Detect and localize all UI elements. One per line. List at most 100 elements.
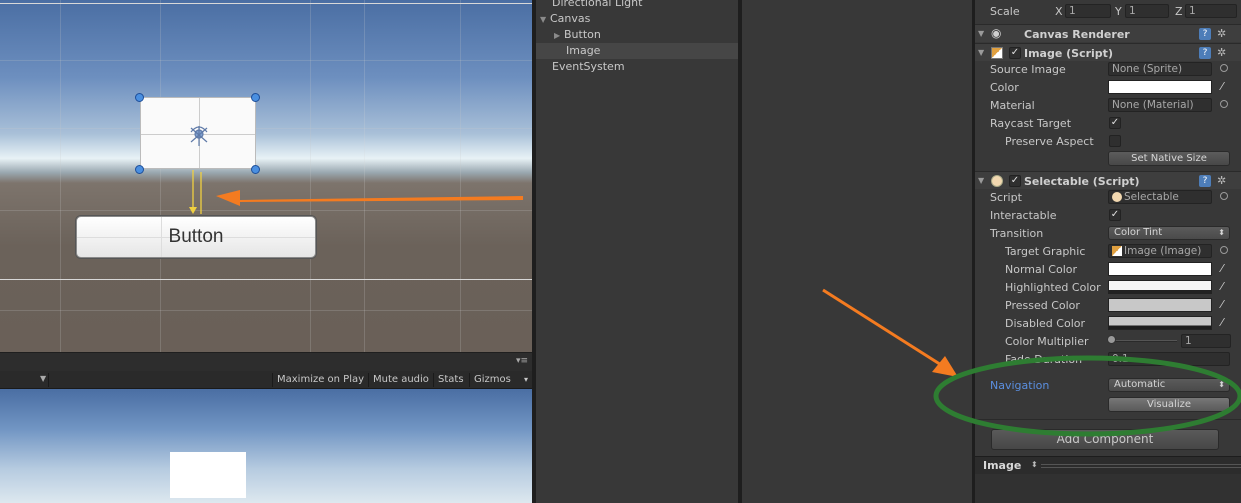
hierarchy-item-canvas[interactable]: ▼ Canvas xyxy=(540,11,590,27)
eyedropper-icon[interactable]: ⁄ xyxy=(1215,298,1229,312)
scale-x-field[interactable]: 1 xyxy=(1065,4,1111,18)
target-graphic-label: Target Graphic xyxy=(1005,245,1086,258)
updown-icon: ⬍ xyxy=(1218,380,1225,389)
fold-triangle-icon[interactable]: ▼ xyxy=(978,176,984,185)
pressed-color-label: Pressed Color xyxy=(1005,299,1080,312)
fade-duration-row: Fade Duration 0.1 xyxy=(975,350,1241,368)
navigation-value: Automatic xyxy=(1114,379,1166,390)
game-image-object xyxy=(170,452,246,498)
highlighted-color-swatch[interactable] xyxy=(1108,280,1212,294)
add-component-button[interactable]: Add Component xyxy=(991,429,1219,450)
color-multiplier-label: Color Multiplier xyxy=(1005,335,1089,348)
image-script-header[interactable]: ▼ ✓ Image (Script) ? ✲ xyxy=(975,43,1241,61)
chevron-down-icon[interactable]: ▼ xyxy=(40,374,46,383)
transition-value: Color Tint xyxy=(1114,227,1163,238)
stats-button[interactable]: Stats xyxy=(433,373,468,387)
fade-duration-field[interactable]: 0.1 xyxy=(1108,352,1230,366)
gear-icon[interactable]: ✲ xyxy=(1217,46,1226,59)
help-icon[interactable]: ? xyxy=(1199,175,1211,187)
hierarchy-item-label: Image xyxy=(566,44,601,57)
fold-triangle-icon[interactable]: ▼ xyxy=(978,29,984,38)
pressed-color-row: Pressed Color ⁄ xyxy=(975,296,1241,314)
scene-view[interactable]: Button xyxy=(0,0,532,352)
eyedropper-icon[interactable]: ⁄ xyxy=(1215,80,1229,94)
scale-z-field[interactable]: 1 xyxy=(1185,4,1237,18)
maximize-on-play-button[interactable]: Maximize on Play xyxy=(272,373,368,387)
normal-color-swatch[interactable] xyxy=(1108,262,1212,276)
transition-row: Transition Color Tint ⬍ xyxy=(975,224,1241,242)
expand-triangle-icon[interactable]: ▼ xyxy=(540,12,550,28)
normal-color-label: Normal Color xyxy=(1005,263,1078,276)
preview-header[interactable]: Image ⬍ xyxy=(975,456,1241,474)
updown-icon[interactable]: ⬍ xyxy=(1031,460,1038,469)
gear-icon[interactable]: ✲ xyxy=(1217,174,1226,187)
canvas-renderer-header[interactable]: ▼ ◉ Canvas Renderer ? ✲ xyxy=(975,24,1241,42)
gear-icon[interactable]: ✲ xyxy=(1217,27,1226,40)
disabled-color-label: Disabled Color xyxy=(1005,317,1086,330)
raycast-checkbox[interactable]: ✓ xyxy=(1109,117,1121,129)
preserve-aspect-checkbox xyxy=(1109,135,1121,147)
object-picker-icon[interactable] xyxy=(1220,246,1228,254)
gizmos-dropdown[interactable]: Gizmos ▾ xyxy=(469,373,531,387)
mute-audio-button[interactable]: Mute audio xyxy=(368,373,433,387)
color-multiplier-slider-thumb[interactable] xyxy=(1107,335,1116,344)
preview-drag-handle[interactable] xyxy=(1041,464,1241,468)
raycast-label: Raycast Target xyxy=(990,117,1072,130)
highlighted-color-label: Highlighted Color xyxy=(1005,281,1101,294)
scale-label: Scale xyxy=(990,5,1020,18)
hierarchy-panel: Directional Light ▼ Canvas ▶ Button Image … xyxy=(536,0,738,503)
fold-triangle-icon[interactable]: ▼ xyxy=(978,48,984,57)
help-icon[interactable]: ? xyxy=(1199,47,1211,59)
image-script-title: Image (Script) xyxy=(1024,47,1113,60)
eyedropper-icon[interactable]: ⁄ xyxy=(1215,316,1229,330)
script-field: Selectable xyxy=(1108,190,1212,204)
hierarchy-item-eventsystem[interactable]: EventSystem xyxy=(552,59,625,75)
script-value: Selectable xyxy=(1124,191,1179,203)
color-label: Color xyxy=(990,81,1019,94)
scale-row: Scale X 1 Y 1 Z 1 xyxy=(975,2,1241,20)
collapse-triangle-icon[interactable]: ▶ xyxy=(554,28,564,44)
color-swatch[interactable] xyxy=(1108,80,1212,94)
target-graphic-field[interactable]: Image (Image) xyxy=(1108,244,1212,258)
source-image-field[interactable]: None (Sprite) xyxy=(1108,62,1212,76)
scale-y-label: Y xyxy=(1115,5,1122,18)
navigation-row: Navigation Automatic ⬍ xyxy=(975,376,1241,394)
pressed-color-swatch[interactable] xyxy=(1108,298,1212,312)
image-enabled-checkbox[interactable]: ✓ xyxy=(1009,47,1021,59)
visualize-button[interactable]: Visualize xyxy=(1108,397,1230,412)
selectable-enabled-checkbox[interactable]: ✓ xyxy=(1009,175,1021,187)
hierarchy-item-directional-light[interactable]: Directional Light xyxy=(552,0,642,11)
scale-x-label: X xyxy=(1055,5,1063,18)
help-icon[interactable]: ? xyxy=(1199,28,1211,40)
hierarchy-item-label: Canvas xyxy=(550,12,591,25)
project-panel xyxy=(742,0,972,503)
color-multiplier-field[interactable]: 1 xyxy=(1181,334,1231,348)
object-picker-icon[interactable] xyxy=(1220,100,1228,108)
interactable-checkbox[interactable]: ✓ xyxy=(1109,209,1121,221)
interactable-label: Interactable xyxy=(990,209,1057,222)
transition-dropdown[interactable]: Color Tint ⬍ xyxy=(1108,226,1230,240)
selectable-header[interactable]: ▼ ✓ Selectable (Script) ? ✲ xyxy=(975,171,1241,189)
object-picker-icon[interactable] xyxy=(1220,192,1228,200)
inspector-panel: Scale X 1 Y 1 Z 1 ▼ ◉ Canvas Renderer ? … xyxy=(975,0,1241,503)
eyedropper-icon[interactable]: ⁄ xyxy=(1215,262,1229,276)
material-field[interactable]: None (Material) xyxy=(1108,98,1212,112)
raycast-row: Raycast Target ✓ xyxy=(975,114,1241,132)
visualize-row: Visualize xyxy=(975,396,1241,414)
source-image-label: Source Image xyxy=(990,63,1066,76)
color-multiplier-row: Color Multiplier 1 xyxy=(975,332,1241,350)
hierarchy-item-button[interactable]: ▶ Button xyxy=(554,27,601,43)
eyedropper-icon[interactable]: ⁄ xyxy=(1215,280,1229,294)
game-view[interactable] xyxy=(0,389,532,503)
disabled-color-swatch[interactable] xyxy=(1108,316,1212,330)
script-icon xyxy=(991,175,1003,187)
panel-menu-icon[interactable]: ▾≡ xyxy=(516,356,528,366)
preserve-aspect-row: Preserve Aspect xyxy=(975,132,1241,150)
hierarchy-item-image[interactable]: Image xyxy=(536,43,738,59)
object-picker-icon[interactable] xyxy=(1220,64,1228,72)
set-native-size-button[interactable]: Set Native Size xyxy=(1108,151,1230,166)
color-multiplier-slider-track[interactable] xyxy=(1109,340,1177,342)
navigation-dropdown[interactable]: Automatic ⬍ xyxy=(1108,378,1230,392)
scale-y-field[interactable]: 1 xyxy=(1125,4,1169,18)
game-view-toolbar: ▼ Maximize on Play Mute audio Stats Gizm… xyxy=(0,371,532,389)
